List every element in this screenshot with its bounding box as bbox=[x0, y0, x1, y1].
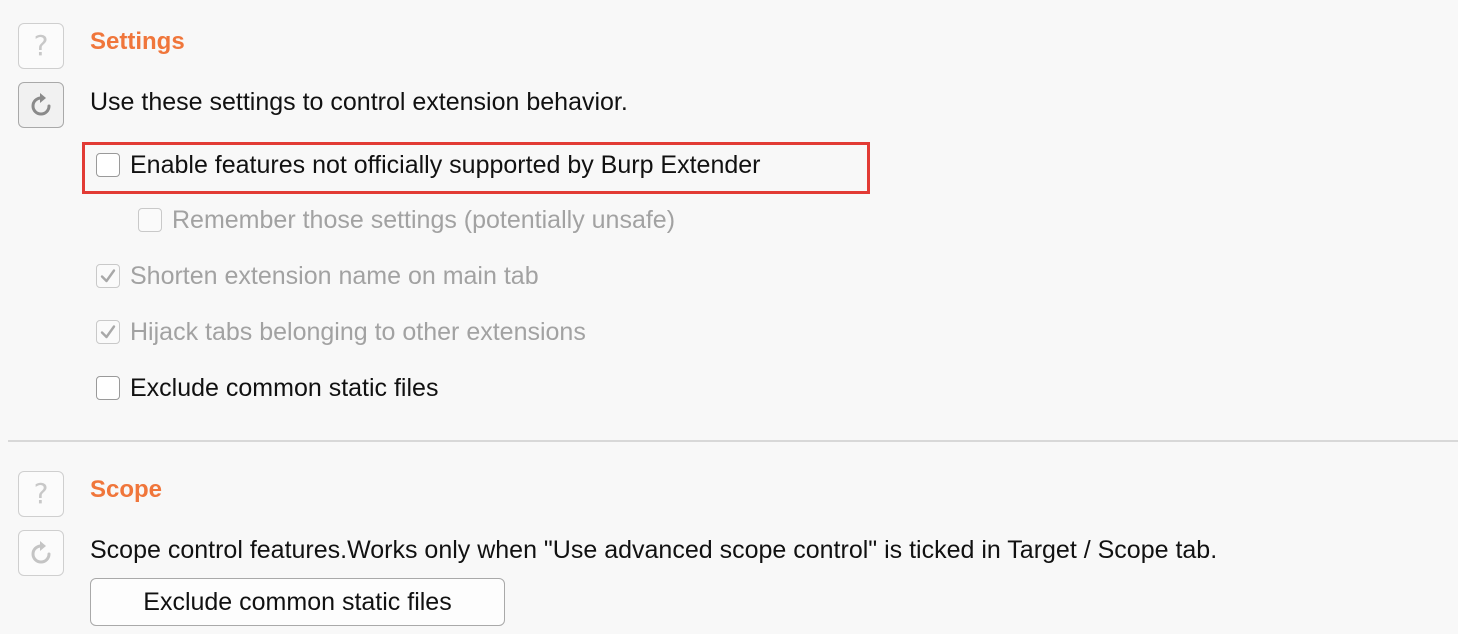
checkbox-hijack-tabs[interactable]: Hijack tabs belonging to other extension… bbox=[96, 315, 586, 349]
settings-section-title: Settings bbox=[90, 28, 185, 55]
scope-section-title: Scope bbox=[90, 476, 163, 503]
checkbox-label: Remember those settings (potentially uns… bbox=[172, 205, 676, 234]
exclude-static-files-button[interactable]: Exclude common static files bbox=[90, 578, 505, 626]
reset-arrow-icon bbox=[31, 93, 51, 116]
checkmark-icon bbox=[100, 269, 116, 283]
checkmark-icon bbox=[100, 325, 116, 339]
scope-description: Scope control features.Works only when "… bbox=[90, 536, 1218, 564]
question-mark-icon: ? bbox=[33, 477, 49, 510]
checkbox-shorten-extension-name[interactable]: Shorten extension name on main tab bbox=[96, 259, 539, 293]
checkbox-remember-settings[interactable]: Remember those settings (potentially uns… bbox=[138, 203, 675, 237]
section-divider bbox=[8, 440, 1458, 442]
scope-help-button[interactable]: ? bbox=[18, 471, 64, 517]
checkbox-box[interactable] bbox=[138, 208, 162, 232]
checkbox-label: Exclude common static files bbox=[130, 373, 439, 402]
checkbox-label: Hijack tabs belonging to other extension… bbox=[130, 317, 586, 346]
extension-settings-panel: ? Settings Use these settings to control… bbox=[0, 0, 1458, 634]
settings-help-button[interactable]: ? bbox=[18, 23, 64, 69]
settings-description: Use these settings to control extension … bbox=[90, 88, 628, 116]
question-mark-icon: ? bbox=[33, 29, 49, 62]
checkbox-label: Enable features not officially supported… bbox=[130, 150, 761, 179]
checkbox-enable-unsupported-features[interactable]: Enable features not officially supported… bbox=[96, 148, 760, 182]
checkbox-box[interactable] bbox=[96, 153, 120, 177]
scope-reset-button[interactable] bbox=[18, 530, 64, 576]
checkbox-box[interactable] bbox=[96, 264, 120, 288]
checkbox-label: Shorten extension name on main tab bbox=[130, 261, 539, 290]
settings-reset-button[interactable] bbox=[18, 82, 64, 128]
checkbox-box[interactable] bbox=[96, 376, 120, 400]
checkbox-box[interactable] bbox=[96, 320, 120, 344]
checkbox-exclude-static-files[interactable]: Exclude common static files bbox=[96, 371, 438, 405]
reset-arrow-icon bbox=[31, 541, 51, 564]
